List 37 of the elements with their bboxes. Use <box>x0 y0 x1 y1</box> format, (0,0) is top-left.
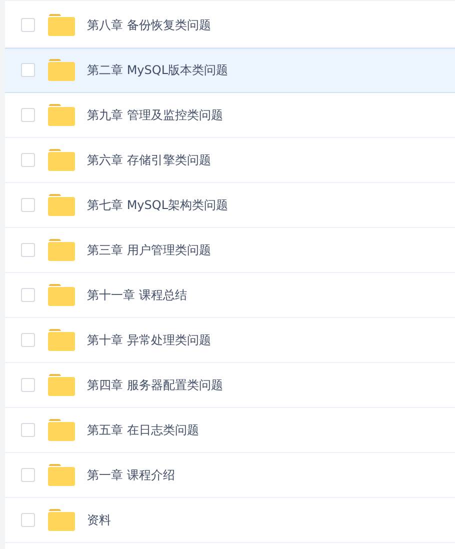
folder-icon <box>48 14 75 36</box>
folder-name[interactable]: 第九章 管理及监控类问题 <box>87 106 223 124</box>
folder-icon <box>48 194 75 216</box>
checkbox[interactable] <box>21 378 35 392</box>
folder-icon <box>48 419 75 441</box>
folder-name[interactable]: 第八章 备份恢复类问题 <box>87 16 211 34</box>
folder-icon <box>48 149 75 171</box>
folder-name[interactable]: 第二章 MySQL版本类问题 <box>87 61 228 79</box>
folder-icon <box>48 464 75 486</box>
folder-name[interactable]: 第十一章 课程总结 <box>87 286 187 304</box>
checkbox[interactable] <box>21 198 35 212</box>
checkbox[interactable] <box>21 333 35 347</box>
folder-icon <box>48 329 75 351</box>
folder-icon <box>48 509 75 531</box>
folder-name[interactable]: 第一章 课程介绍 <box>87 466 175 484</box>
folder-icon <box>48 374 75 396</box>
checkbox[interactable] <box>21 18 35 32</box>
folder-icon <box>48 104 75 126</box>
checkbox[interactable] <box>21 288 35 302</box>
checkbox[interactable] <box>21 108 35 122</box>
checkbox[interactable] <box>21 153 35 167</box>
checkbox[interactable] <box>21 468 35 482</box>
folder-name[interactable]: 第六章 存储引擎类问题 <box>87 151 211 169</box>
checkbox[interactable] <box>21 513 35 527</box>
folder-name[interactable]: 第七章 MySQL架构类问题 <box>87 196 228 214</box>
folder-name[interactable]: 第十章 异常处理类问题 <box>87 331 211 349</box>
folder-icon <box>48 239 75 261</box>
folder-name[interactable]: 资料 <box>87 511 111 529</box>
folder-icon <box>48 59 75 81</box>
folder-name[interactable]: 第三章 用户管理类问题 <box>87 241 211 259</box>
file-row[interactable]: 第二章 MySQL版本类问题 <box>5 48 455 93</box>
folder-name[interactable]: 第五章 在日志类问题 <box>87 421 199 439</box>
checkbox[interactable] <box>21 423 35 437</box>
checkbox[interactable] <box>21 63 35 77</box>
folder-icon <box>48 284 75 306</box>
checkbox[interactable] <box>21 243 35 257</box>
folder-name[interactable]: 第四章 服务器配置类问题 <box>87 376 223 394</box>
